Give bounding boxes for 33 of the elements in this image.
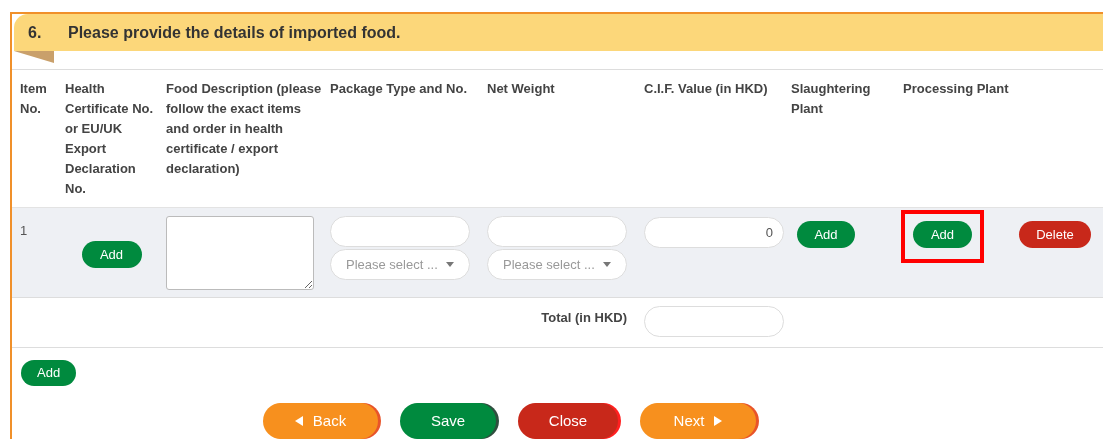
- input-field[interactable]: 0: [644, 217, 784, 248]
- column-header: Processing Plant: [903, 80, 1010, 98]
- column-header: Net Weight: [487, 80, 556, 98]
- column-header: C.I.F. Value (in HKD): [644, 80, 769, 98]
- input-field[interactable]: [487, 216, 627, 247]
- total-label: Total (in HKD): [541, 309, 627, 327]
- select-field[interactable]: Please select ...: [487, 249, 627, 280]
- column-header: Item No.: [20, 80, 48, 118]
- right-triangle-icon: [714, 416, 723, 426]
- column-header: Package Type and No.: [330, 80, 469, 98]
- add-button[interactable]: Add: [913, 221, 972, 248]
- add-button[interactable]: Add: [81, 241, 142, 268]
- section-title: Please provide the details of imported food.: [68, 22, 401, 43]
- text-area[interactable]: [166, 216, 314, 290]
- section-number: 6.: [28, 22, 43, 43]
- next-button[interactable]: Next: [640, 403, 756, 439]
- left-triangle-icon: [294, 416, 303, 426]
- column-header: Food Description (please follow the exact items and order in health certificate / export declaration): [166, 80, 322, 178]
- dropdown-caret-icon: [603, 262, 611, 267]
- total-field[interactable]: [644, 306, 784, 337]
- add-button[interactable]: Add: [797, 221, 855, 248]
- banner-fold-icon: [14, 51, 54, 63]
- close-button[interactable]: Close: [518, 403, 618, 439]
- delete-button[interactable]: Delete: [1019, 221, 1091, 248]
- save-button[interactable]: Save: [400, 403, 496, 439]
- back-button[interactable]: Back: [263, 403, 378, 439]
- column-header: Health Certificate No. or EU/UK Export Declaration No.: [65, 80, 155, 198]
- dropdown-caret-icon: [446, 262, 454, 267]
- table-cell: 1: [20, 223, 28, 238]
- input-field[interactable]: [330, 216, 470, 247]
- select-field[interactable]: Please select ...: [330, 249, 470, 280]
- add-row-button[interactable]: Add: [21, 360, 77, 386]
- column-header: Slaughtering Plant: [791, 80, 872, 118]
